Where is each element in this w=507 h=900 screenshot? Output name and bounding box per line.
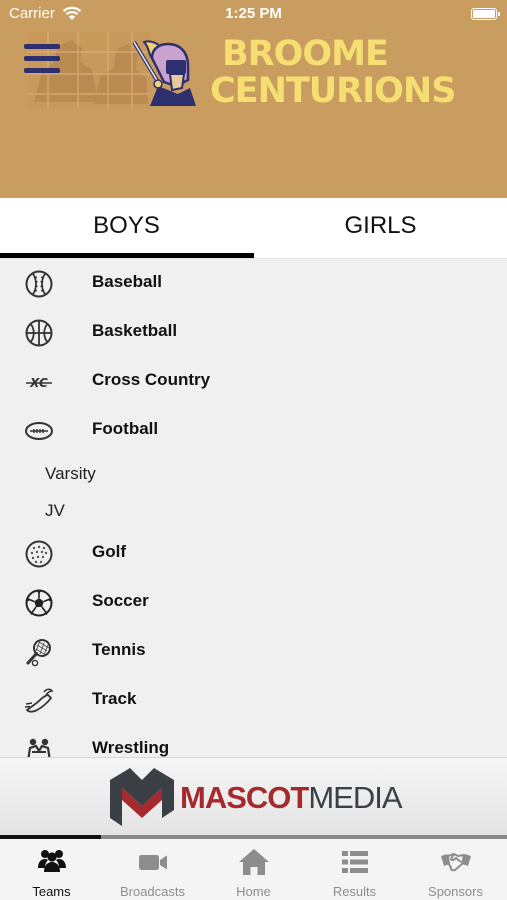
soccer-ball-icon [25,589,53,617]
tab-broadcasts[interactable]: Broadcasts [102,839,203,900]
team-name-line1: BROOME [222,34,389,74]
tennis-racket-icon [26,639,51,667]
tab-label: Sponsors [428,884,483,899]
tab-sponsors[interactable]: Sponsors [405,839,506,900]
football-subitem-jv[interactable]: JV [0,492,507,529]
battery-icon [471,8,500,20]
sport-item-wrestling[interactable]: Wrestling [0,725,507,757]
sport-label: Wrestling [92,738,170,757]
menu-bar [24,68,60,73]
app-header: BROOME CENTURIONS [0,30,507,198]
golf-ball-icon [25,540,53,568]
baseball-icon [25,270,53,298]
cross-country-icon: XC [26,376,52,390]
teams-icon [38,850,66,872]
sport-item-tennis[interactable]: Tennis [0,627,507,676]
sport-item-football[interactable]: Football [0,406,507,455]
menu-button[interactable] [24,44,62,76]
team-name: BROOME CENTURIONS [210,34,456,111]
home-icon [239,849,269,875]
track-shoe-icon [24,688,54,713]
sports-list: Baseball Basketball XC Cross Country Foo… [0,259,507,757]
subitem-label: JV [45,501,65,520]
video-camera-icon [139,855,167,870]
svg-text:XC: XC [29,376,48,390]
tab-label: Results [332,884,377,899]
sponsor-name-part2: MEDIA [308,780,402,815]
sport-label: Football [92,419,159,438]
tab-girls[interactable]: GIRLS [254,198,507,259]
selected-tab-indicator [0,253,254,258]
centurion-mascot-logo [132,40,196,106]
sport-label: Track [92,689,137,708]
sport-label: Tennis [92,640,146,659]
sport-item-baseball[interactable]: Baseball [0,259,507,308]
sport-label: Basketball [92,321,178,340]
team-name-line2: CENTURIONS [210,71,456,111]
sponsor-name-part1: MASCOT [180,780,309,815]
sport-item-cross-country[interactable]: XC Cross Country [0,357,507,406]
sport-item-soccer[interactable]: Soccer [0,578,507,627]
sport-label: Baseball [92,272,162,291]
sponsor-banner[interactable]: MASCOTMEDIA [0,757,507,835]
sport-item-track[interactable]: Track [0,676,507,725]
tab-label: Home [236,884,271,899]
tab-results[interactable]: Results [304,839,405,900]
clock: 1:25 PM [225,5,282,22]
list-icon [342,851,368,873]
sponsor-name: MASCOTMEDIA [180,780,403,816]
sport-item-golf[interactable]: Golf [0,529,507,578]
tab-label: Broadcasts [119,884,186,899]
mascot-media-logo [110,768,174,826]
tab-boys[interactable]: BOYS [0,198,253,259]
football-icon [25,422,53,440]
tab-home[interactable]: Home [203,839,304,900]
wrestling-icon [27,738,51,757]
gender-tabs: BOYS GIRLS [0,198,507,259]
subitem-label: Varsity [45,464,96,483]
handshake-icon [441,853,471,872]
sport-label: Soccer [92,591,149,610]
tab-label: Teams [32,884,71,899]
football-subitem-varsity[interactable]: Varsity [0,455,507,492]
sport-label: Golf [92,542,126,561]
menu-bar [24,44,60,49]
menu-bar [24,56,60,61]
status-bar: Carrier 1:25 PM [0,0,507,30]
sport-item-basketball[interactable]: Basketball [0,308,507,357]
bottom-tab-bar: Teams Broadcasts Home Results Sponsors [0,839,507,900]
tab-teams[interactable]: Teams [1,839,102,900]
sport-label: Cross Country [92,370,211,389]
basketball-icon [25,319,53,347]
